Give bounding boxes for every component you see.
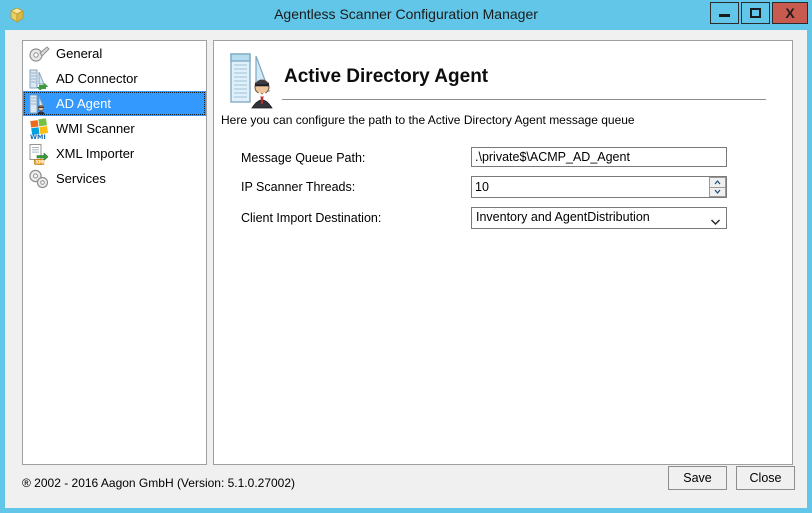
copyright-text: ® 2002 - 2016 Aagon GmbH (Version: 5.1.0… <box>22 476 296 490</box>
sidebar-item-label: AD Connector <box>56 71 138 86</box>
server-agent-large-icon <box>228 51 284 109</box>
stepper-up-button[interactable] <box>709 177 726 187</box>
close-button[interactable]: X <box>772 2 808 24</box>
client-area: General AD Connector AD Agent WMI WMI Sc… <box>5 30 807 508</box>
maximize-icon <box>750 8 761 18</box>
page-description: Here you can configure the path to the A… <box>221 113 635 127</box>
chevron-down-icon <box>714 189 721 195</box>
gears-icon <box>28 168 50 190</box>
selected-option-label: Inventory and AgentDistribution <box>476 210 650 224</box>
settings-panel: Active Directory Agent Here you can conf… <box>213 40 793 465</box>
stepper-down-button[interactable] <box>709 186 726 197</box>
client-import-destination-label: Client Import Destination: <box>241 211 382 225</box>
page-header: Active Directory Agent Here you can conf… <box>214 41 792 127</box>
form-row-client-import-destination: Client Import Destination: Inventory and… <box>214 207 792 236</box>
title-bar: Agentless Scanner Configuration Manager … <box>0 0 812 30</box>
chevron-down-icon <box>710 213 721 231</box>
client-import-destination-select[interactable]: Inventory and AgentDistribution <box>471 207 727 229</box>
maximize-button[interactable] <box>741 2 770 24</box>
ip-scanner-threads-label: IP Scanner Threads: <box>241 180 356 194</box>
client-import-destination-field: Inventory and AgentDistribution <box>471 207 727 229</box>
minimize-button[interactable] <box>710 2 739 24</box>
sidebar-item-label: XML Importer <box>56 146 135 161</box>
message-queue-path-field <box>471 147 727 167</box>
document-xml-import-icon: XML <box>28 143 50 165</box>
ip-scanner-threads-input[interactable] <box>471 176 727 198</box>
message-queue-path-label: Message Queue Path: <box>241 151 366 165</box>
message-queue-path-input[interactable] <box>471 147 727 167</box>
wrench-gear-icon <box>28 43 50 65</box>
navigation-sidebar: General AD Connector AD Agent WMI WMI Sc… <box>22 40 207 465</box>
stepper-buttons <box>709 177 726 197</box>
window-controls: X <box>710 2 808 24</box>
quantity-stepper <box>471 176 727 198</box>
minimize-icon <box>719 14 730 17</box>
chevron-up-icon <box>714 179 721 185</box>
sidebar-item-wmi-scanner[interactable]: WMI WMI Scanner <box>23 116 206 141</box>
server-sync-icon <box>28 68 50 91</box>
svg-text:WMI: WMI <box>30 133 46 140</box>
ip-scanner-threads-field <box>471 176 727 198</box>
form-row-ip-scanner-threads: IP Scanner Threads: <box>214 176 792 207</box>
windows-wmi-icon: WMI <box>28 117 50 141</box>
sidebar-item-xml-importer[interactable]: XML XML Importer <box>23 141 206 166</box>
sidebar-item-ad-agent[interactable]: AD Agent <box>23 91 206 116</box>
page-title: Active Directory Agent <box>284 66 489 87</box>
sidebar-item-label: AD Agent <box>56 96 111 111</box>
sidebar-item-label: WMI Scanner <box>56 121 135 136</box>
title-divider <box>282 99 766 100</box>
save-button[interactable]: Save <box>668 466 727 490</box>
application-window: Agentless Scanner Configuration Manager … <box>0 0 812 513</box>
close-icon: X <box>785 5 795 21</box>
settings-form: Message Queue Path: IP Scanner Threads: <box>214 147 792 236</box>
svg-text:XML: XML <box>36 159 46 164</box>
sidebar-item-ad-connector[interactable]: AD Connector <box>23 66 206 91</box>
sidebar-item-services[interactable]: Services <box>23 166 206 191</box>
sidebar-item-general[interactable]: General <box>23 41 206 66</box>
window-title: Agentless Scanner Configuration Manager <box>274 6 538 22</box>
form-row-message-queue-path: Message Queue Path: <box>214 147 792 176</box>
sidebar-item-label: General <box>56 46 103 61</box>
server-agent-icon <box>28 93 50 115</box>
cancel-button[interactable]: Close <box>736 466 795 490</box>
sidebar-item-label: Services <box>56 171 106 186</box>
